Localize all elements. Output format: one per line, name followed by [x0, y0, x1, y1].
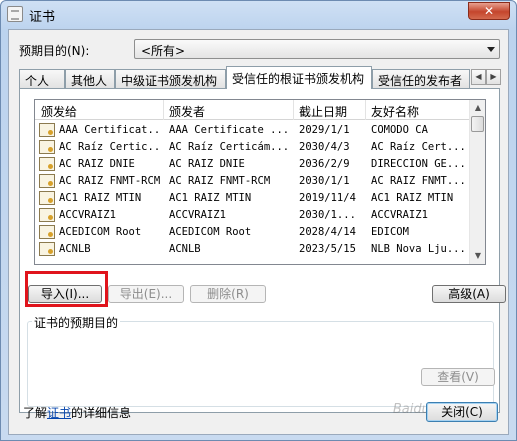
- table-cell: 2030/1...: [299, 209, 356, 221]
- certificate-icon: [39, 123, 55, 137]
- tab-scroll-left-icon[interactable]: ◀: [471, 69, 486, 85]
- table-cell: AAA Certificat...: [59, 124, 161, 136]
- certificates-link[interactable]: 证书: [47, 406, 71, 420]
- table-cell: AAA Certificate ...: [169, 124, 290, 136]
- intended-purposes-group: 证书的预期目的 查看(V): [27, 314, 495, 407]
- certificate-icon: [39, 140, 55, 154]
- table-cell: AC RAIZ FNMT...: [371, 175, 466, 187]
- tab-scroll-right-icon[interactable]: ▶: [486, 69, 501, 85]
- dialog-body: 预期目的(N): <所有> 个人 其他人 中级证书颁发机构 受信任的根证书颁发机…: [8, 29, 509, 435]
- column-header-issued-to[interactable]: 颁发给: [41, 103, 77, 120]
- window-close-button[interactable]: ✕: [468, 2, 510, 20]
- table-row[interactable]: AC1 RAIZ MTIN AC1 RAIZ MTIN 2019/11/4 AC1 R…: [35, 190, 471, 207]
- chevron-down-icon: [487, 47, 495, 52]
- certificate-icon: [39, 242, 55, 256]
- table-cell: AC RAIZ DNIE: [169, 158, 245, 170]
- column-divider[interactable]: [365, 100, 366, 120]
- scroll-down-icon[interactable]: ▼: [471, 249, 485, 263]
- tab-personal[interactable]: 个人: [19, 69, 65, 88]
- table-cell: 2036/2/9: [299, 158, 350, 170]
- table-cell: AC RAIZ FNMT-RCM: [59, 175, 161, 187]
- table-cell: AC1 RAIZ MTIN: [169, 192, 252, 204]
- scroll-up-icon[interactable]: ▲: [471, 101, 485, 115]
- list-header: 颁发给 颁发者 截止日期 友好名称: [35, 100, 471, 120]
- tab-page: 颁发给 颁发者 截止日期 友好名称 AAA Certificat... AAA C…: [19, 88, 506, 413]
- advanced-button[interactable]: 高级(A): [432, 285, 506, 303]
- table-row[interactable]: AAA Certificat... AAA Certificate ... 2029…: [35, 122, 471, 139]
- tab-trusted-publishers[interactable]: 受信任的发布者: [372, 69, 470, 88]
- table-cell: AC Raíz Cert...: [371, 141, 466, 153]
- import-button[interactable]: 导入(I)...: [28, 285, 102, 303]
- table-row[interactable]: ACNLB ACNLB 2023/5/15 NLB Nova Lju...: [35, 241, 471, 258]
- table-cell: 2030/1/1: [299, 175, 350, 187]
- table-cell: ACEDICOM Root: [59, 226, 142, 238]
- column-divider[interactable]: [163, 100, 164, 120]
- list-rows: AAA Certificat... AAA Certificate ... 2029…: [35, 122, 471, 258]
- table-cell: 2029/1/1: [299, 124, 350, 136]
- certificate-icon: [39, 157, 55, 171]
- table-row[interactable]: AC RAIZ FNMT-RCM AC RAIZ FNMT-RCM 2030/1/1…: [35, 173, 471, 190]
- column-header-friendly-name[interactable]: 友好名称: [371, 103, 419, 120]
- group-title: 证书的预期目的: [32, 314, 121, 331]
- table-cell: AC1 RAIZ MTIN: [59, 192, 142, 204]
- column-divider[interactable]: [293, 100, 294, 120]
- table-cell: AC Raíz Certicám...: [169, 141, 290, 153]
- close-button[interactable]: 关闭(C): [426, 402, 498, 422]
- certificate-icon: [7, 6, 23, 22]
- table-row[interactable]: AC RAIZ DNIE AC RAIZ DNIE 2036/2/9 DIRECCIO…: [35, 156, 471, 173]
- table-cell: AC RAIZ DNIE: [59, 158, 135, 170]
- certificate-icon: [39, 174, 55, 188]
- remove-button[interactable]: 删除(R): [190, 285, 266, 303]
- certificate-icon: [39, 225, 55, 239]
- vertical-scrollbar[interactable]: ▲ ▼: [469, 100, 485, 264]
- table-row[interactable]: AC Raíz Certic... AC Raíz Certicám... 2030…: [35, 139, 471, 156]
- table-cell: COMODO CA: [371, 124, 428, 136]
- table-cell: AC Raíz Certic...: [59, 141, 161, 153]
- table-cell: 2030/4/3: [299, 141, 350, 153]
- table-cell: ACEDICOM Root: [169, 226, 252, 238]
- certificate-icon: [39, 191, 55, 205]
- purpose-dropdown[interactable]: <所有>: [134, 39, 500, 59]
- tab-strip: 个人 其他人 中级证书颁发机构 受信任的根证书颁发机构 受信任的发布者 ◀ ▶: [19, 66, 501, 89]
- certificates-dialog: 证书 ✕ 预期目的(N): <所有> 个人 其他人 中级证书颁发机构 受信任的根…: [0, 0, 517, 441]
- tab-other-people[interactable]: 其他人: [65, 69, 115, 88]
- table-cell: ACCVRAIZ1: [371, 209, 428, 221]
- table-cell: AC RAIZ FNMT-RCM: [169, 175, 271, 187]
- table-cell: DIRECCION GE...: [371, 158, 466, 170]
- window-title: 证书: [29, 10, 56, 25]
- table-cell: ACNLB: [169, 243, 201, 255]
- view-button[interactable]: 查看(V): [421, 368, 495, 386]
- title-bar[interactable]: 证书 ✕: [1, 1, 516, 27]
- certificate-list[interactable]: 颁发给 颁发者 截止日期 友好名称 AAA Certificat... AAA C…: [34, 99, 486, 265]
- table-cell: ACCVRAIZ1: [59, 209, 116, 221]
- table-cell: EDICOM: [371, 226, 409, 238]
- table-cell: NLB Nova Lju...: [371, 243, 466, 255]
- scrollbar-thumb[interactable]: [471, 116, 484, 132]
- table-cell: 2019/11/4: [299, 192, 356, 204]
- tab-intermediate-ca[interactable]: 中级证书颁发机构: [115, 69, 226, 88]
- purpose-label: 预期目的(N):: [19, 44, 90, 58]
- table-cell: ACNLB: [59, 243, 91, 255]
- column-header-issued-by[interactable]: 颁发者: [169, 103, 205, 120]
- learn-more-suffix: 的详细信息: [71, 406, 132, 420]
- learn-more-text: 了解证书的详细信息: [23, 404, 131, 421]
- learn-more-prefix: 了解: [23, 406, 48, 420]
- table-cell: 2028/4/14: [299, 226, 356, 238]
- table-cell: 2023/5/15: [299, 243, 356, 255]
- table-row[interactable]: ACCVRAIZ1 ACCVRAIZ1 2030/1... ACCVRAIZ1: [35, 207, 471, 224]
- purpose-selected-value: <所有>: [141, 44, 186, 58]
- column-header-expiration[interactable]: 截止日期: [299, 103, 347, 120]
- table-cell: AC1 RAIZ MTIN: [371, 192, 454, 204]
- table-row[interactable]: ACEDICOM Root ACEDICOM Root 2028/4/14 EDICO…: [35, 224, 471, 241]
- table-cell: ACCVRAIZ1: [169, 209, 226, 221]
- certificate-icon: [39, 208, 55, 222]
- tab-trusted-root-ca[interactable]: 受信任的根证书颁发机构: [226, 66, 372, 89]
- export-button[interactable]: 导出(E)...: [108, 285, 184, 303]
